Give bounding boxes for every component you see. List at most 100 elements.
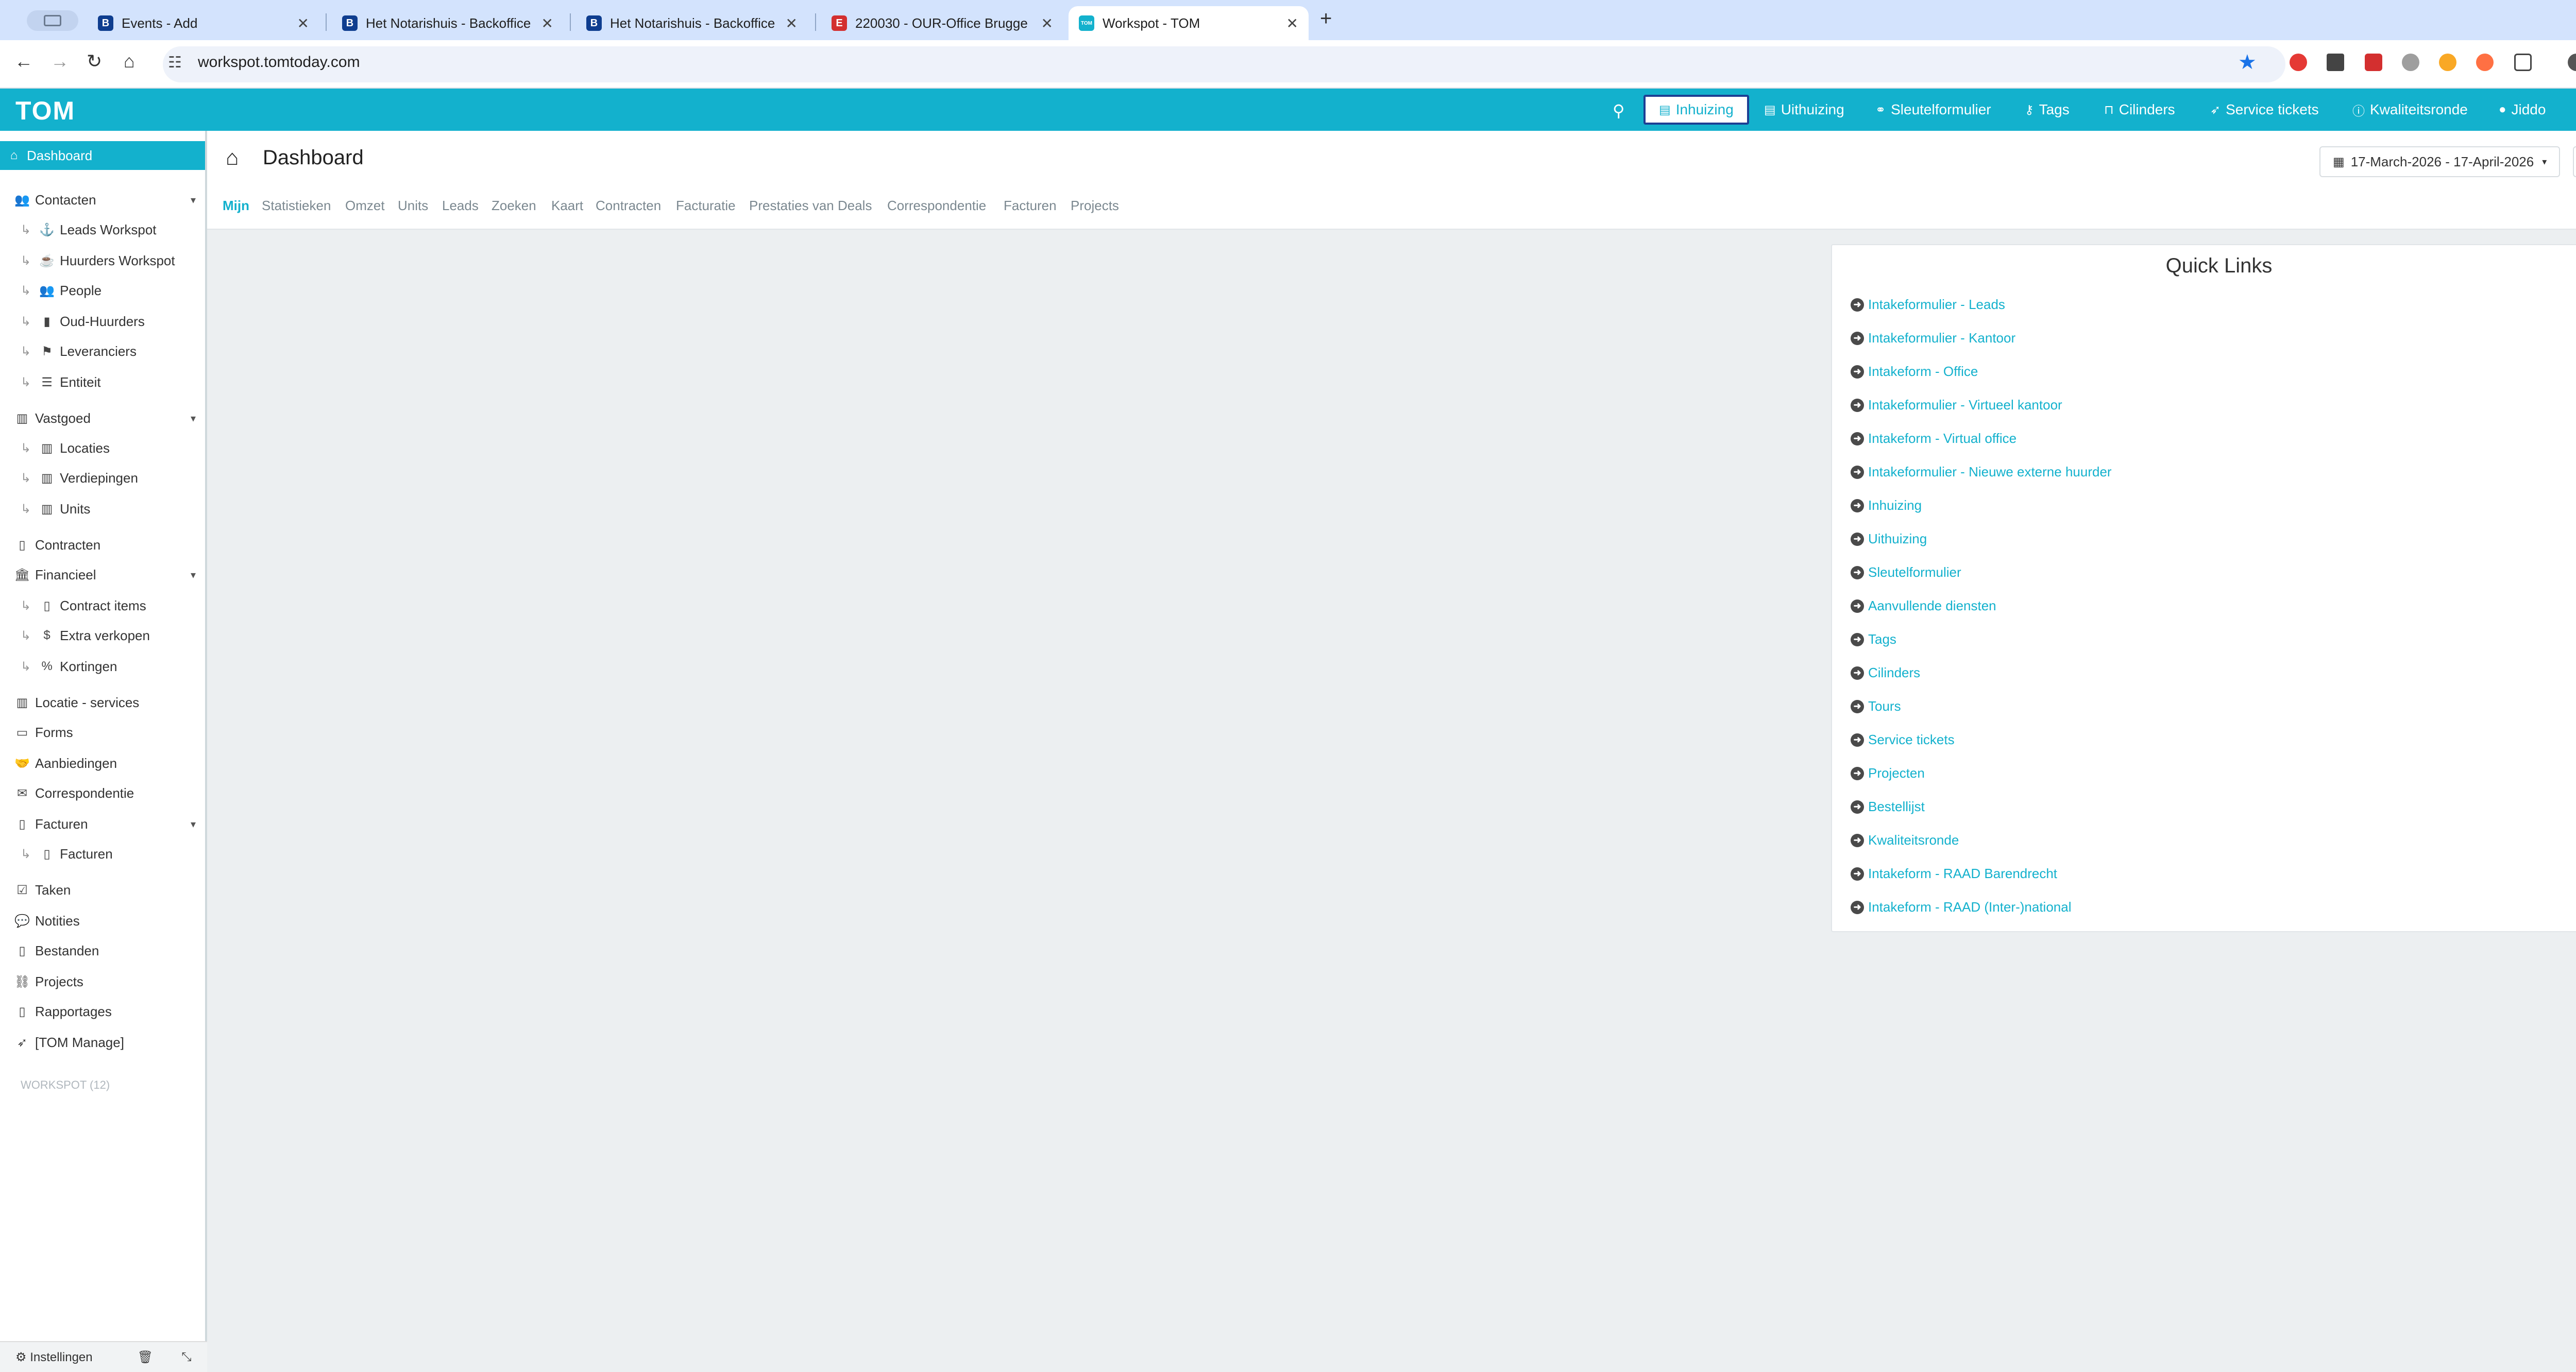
quick-link[interactable]: ➜ Kwaliteitsronde — [1851, 832, 1959, 848]
sidebar-item-contacten[interactable]: 👥 Contacten ▾ — [0, 185, 205, 214]
quick-link[interactable]: ➜ Intakeformulier - Virtueel kantoor — [1851, 397, 2062, 413]
sidebar-item-notities[interactable]: 💬 Notities — [0, 906, 205, 935]
sidebar-item-oud-huurders[interactable]: ↳ ▮ Oud-Huurders — [0, 307, 205, 336]
nav-kwaliteitsronde[interactable]: ⓘ Kwaliteitsronde — [2347, 95, 2473, 125]
caret-down-icon[interactable]: ▾ — [191, 818, 196, 831]
site-settings-icon[interactable]: ☷ — [168, 54, 182, 72]
caret-down-icon[interactable]: ▾ — [191, 569, 196, 581]
extension-spark-icon[interactable] — [2476, 54, 2494, 71]
search-icon[interactable]: ⚲ — [1613, 101, 1624, 121]
tab-search-button[interactable] — [27, 10, 78, 31]
print-button[interactable]: ⎙ — [2573, 146, 2576, 177]
sidebar-item-verdiepingen[interactable]: ↳ ▥ Verdiepingen — [0, 464, 205, 492]
tab-correspondentie[interactable]: Correspondentie — [887, 198, 986, 214]
sidebar-item-vastgoed[interactable]: ▥ Vastgoed ▾ — [0, 404, 205, 433]
quick-link[interactable]: ➜ Sleutelformulier — [1851, 564, 1961, 580]
home-icon[interactable]: ⌂ — [124, 50, 135, 72]
extension-calendar-icon[interactable] — [2365, 54, 2382, 71]
extensions-puzzle-icon[interactable] — [2514, 54, 2532, 71]
tab-close-icon[interactable]: ✕ — [1041, 15, 1053, 32]
tab-close-icon[interactable]: ✕ — [541, 15, 553, 32]
compress-icon[interactable]: ⤡ — [166, 1350, 207, 1364]
reload-icon[interactable]: ↻ — [87, 50, 102, 72]
tab-units[interactable]: Units — [398, 198, 428, 214]
sidebar-item-financieel[interactable]: 🏛 Financieel ▾ — [0, 560, 205, 589]
sidebar-item-kortingen[interactable]: ↳ % Kortingen — [0, 652, 205, 681]
quick-link[interactable]: ➜ Intakeform - Virtual office — [1851, 431, 2016, 447]
profile-avatar[interactable] — [2568, 54, 2576, 71]
sidebar-item-aanbiedingen[interactable]: 🤝 Aanbiedingen — [0, 749, 205, 778]
tab-facturen[interactable]: Facturen — [1004, 198, 1057, 214]
browser-tab[interactable]: B Events - Add ✕ — [88, 6, 319, 40]
sidebar-item-forms[interactable]: ▭ Forms — [0, 718, 205, 747]
quick-link[interactable]: ➜ Intakeformulier - Kantoor — [1851, 330, 2015, 346]
tab-leads[interactable]: Leads — [442, 198, 479, 214]
sidebar-item-projects[interactable]: ⛓ Projects — [0, 967, 205, 996]
sidebar-item-people[interactable]: ↳ 👥 People — [0, 276, 205, 305]
sidebar-item-huurders-workspot[interactable]: ↳ ☕ Huurders Workspot — [0, 246, 205, 275]
quick-link[interactable]: ➜ Tours — [1851, 698, 1901, 714]
nav-service-tickets[interactable]: ➶ Service tickets — [2205, 95, 2324, 125]
sidebar-item-dashboard[interactable]: ⌂ Dashboard — [0, 141, 205, 170]
browser-tab-active[interactable]: TOM Workspot - TOM ✕ — [1069, 6, 1309, 40]
quick-link[interactable]: ➜ Service tickets — [1851, 732, 1955, 748]
sidebar-item-leveranciers[interactable]: ↳ ⚑ Leveranciers — [0, 337, 205, 366]
quick-link[interactable]: ➜ Cilinders — [1851, 665, 1920, 681]
sidebar-item-rapportages[interactable]: ▯ Rapportages — [0, 997, 205, 1026]
sidebar-item-locatie-services[interactable]: ▥ Locatie - services — [0, 688, 205, 717]
forward-arrow-icon[interactable]: → — [50, 50, 69, 72]
address-bar[interactable] — [163, 46, 2285, 82]
extension-circle-icon[interactable] — [2402, 54, 2419, 71]
extension-sun-icon[interactable] — [2439, 54, 2456, 71]
sidebar-item-tom-manage[interactable]: ➶ [TOM Manage] — [0, 1028, 205, 1057]
sidebar-item-contracten[interactable]: ▯ Contracten — [0, 530, 205, 559]
quick-link[interactable]: ➜ Uithuizing — [1851, 531, 1927, 547]
sidebar-item-units[interactable]: ↳ ▥ Units — [0, 494, 205, 523]
sidebar-item-locaties[interactable]: ↳ ▥ Locaties — [0, 434, 205, 462]
sidebar-item-facturen-sub[interactable]: ↳ ▯ Facturen — [0, 839, 205, 868]
app-logo[interactable]: TOM — [15, 96, 75, 126]
bookmark-star-icon[interactable]: ★ — [2238, 50, 2257, 74]
sidebar-item-taken[interactable]: ☑ Taken — [0, 876, 205, 904]
quick-link[interactable]: ➜ Projecten — [1851, 765, 1925, 781]
caret-down-icon[interactable]: ▾ — [191, 194, 196, 207]
sidebar-item-entiteit[interactable]: ↳ ☰ Entiteit — [0, 368, 205, 397]
quick-link[interactable]: ➜ Inhuizing — [1851, 498, 1922, 513]
quick-link[interactable]: ➜ Intakeformulier - Leads — [1851, 297, 2005, 313]
tab-mijn[interactable]: Mijn — [223, 198, 249, 214]
quick-link[interactable]: ➜ Intakeformulier - Nieuwe externe huurde… — [1851, 464, 2112, 480]
quick-link[interactable]: ➜ Aanvullende diensten — [1851, 598, 1996, 614]
settings-button[interactable]: ⚙ Instellingen — [15, 1350, 125, 1365]
nav-uithuizing[interactable]: ▤ Uithuizing — [1759, 95, 1850, 125]
tab-projects[interactable]: Projects — [1071, 198, 1119, 214]
date-range-picker[interactable]: ▦ 17-March-2026 - 17-April-2026 ▾ — [2319, 146, 2561, 177]
quick-link[interactable]: ➜ Intakeform - RAAD (Inter-)national — [1851, 899, 2071, 915]
tab-kaart[interactable]: Kaart — [551, 198, 583, 214]
tab-close-icon[interactable]: ✕ — [1286, 15, 1298, 32]
back-arrow-icon[interactable]: ← — [14, 50, 33, 72]
sidebar-item-contract-items[interactable]: ↳ ▯ Contract items — [0, 591, 205, 620]
extension-opera-icon[interactable] — [2290, 54, 2307, 71]
browser-tab[interactable]: E 220030 - OUR-Office Brugge ✕ — [821, 6, 1063, 40]
url-text[interactable]: workspot.tomtoday.com — [198, 54, 360, 71]
tab-close-icon[interactable]: ✕ — [786, 15, 798, 32]
nav-sleutelformulier[interactable]: ⚭ Sleutelformulier — [1870, 95, 1996, 125]
nav-user-jiddo[interactable]: ● Jiddo — [2494, 95, 2551, 125]
nav-inhuizing[interactable]: ▤ Inhuizing — [1643, 95, 1749, 125]
sidebar-item-bestanden[interactable]: ▯ Bestanden — [0, 936, 205, 965]
tab-statistieken[interactable]: Statistieken — [262, 198, 331, 214]
browser-tab[interactable]: B Het Notarishuis - Backoffice ✕ — [576, 6, 808, 40]
tab-facturatie[interactable]: Facturatie — [676, 198, 736, 214]
quick-link[interactable]: ➜ Intakeform - RAAD Barendrecht — [1851, 866, 2057, 882]
quick-link[interactable]: ➜ Intakeform - Office — [1851, 364, 1978, 380]
sidebar-item-facturen[interactable]: ▯ Facturen ▾ — [0, 810, 205, 838]
sidebar-item-extra-verkopen[interactable]: ↳ $ Extra verkopen — [0, 621, 205, 650]
tab-omzet[interactable]: Omzet — [345, 198, 385, 214]
tab-close-icon[interactable]: ✕ — [297, 15, 309, 32]
tab-prestaties-van-deals[interactable]: Prestaties van Deals — [749, 198, 872, 214]
nav-tags[interactable]: ⚷ Tags — [2020, 95, 2075, 125]
new-tab-button[interactable]: + — [1320, 7, 1332, 30]
tab-zoeken[interactable]: Zoeken — [492, 198, 536, 214]
sidebar-item-leads-workspot[interactable]: ↳ ⚓ Leads Workspot — [0, 215, 205, 244]
quick-link[interactable]: ➜ Bestellijst — [1851, 799, 1925, 815]
